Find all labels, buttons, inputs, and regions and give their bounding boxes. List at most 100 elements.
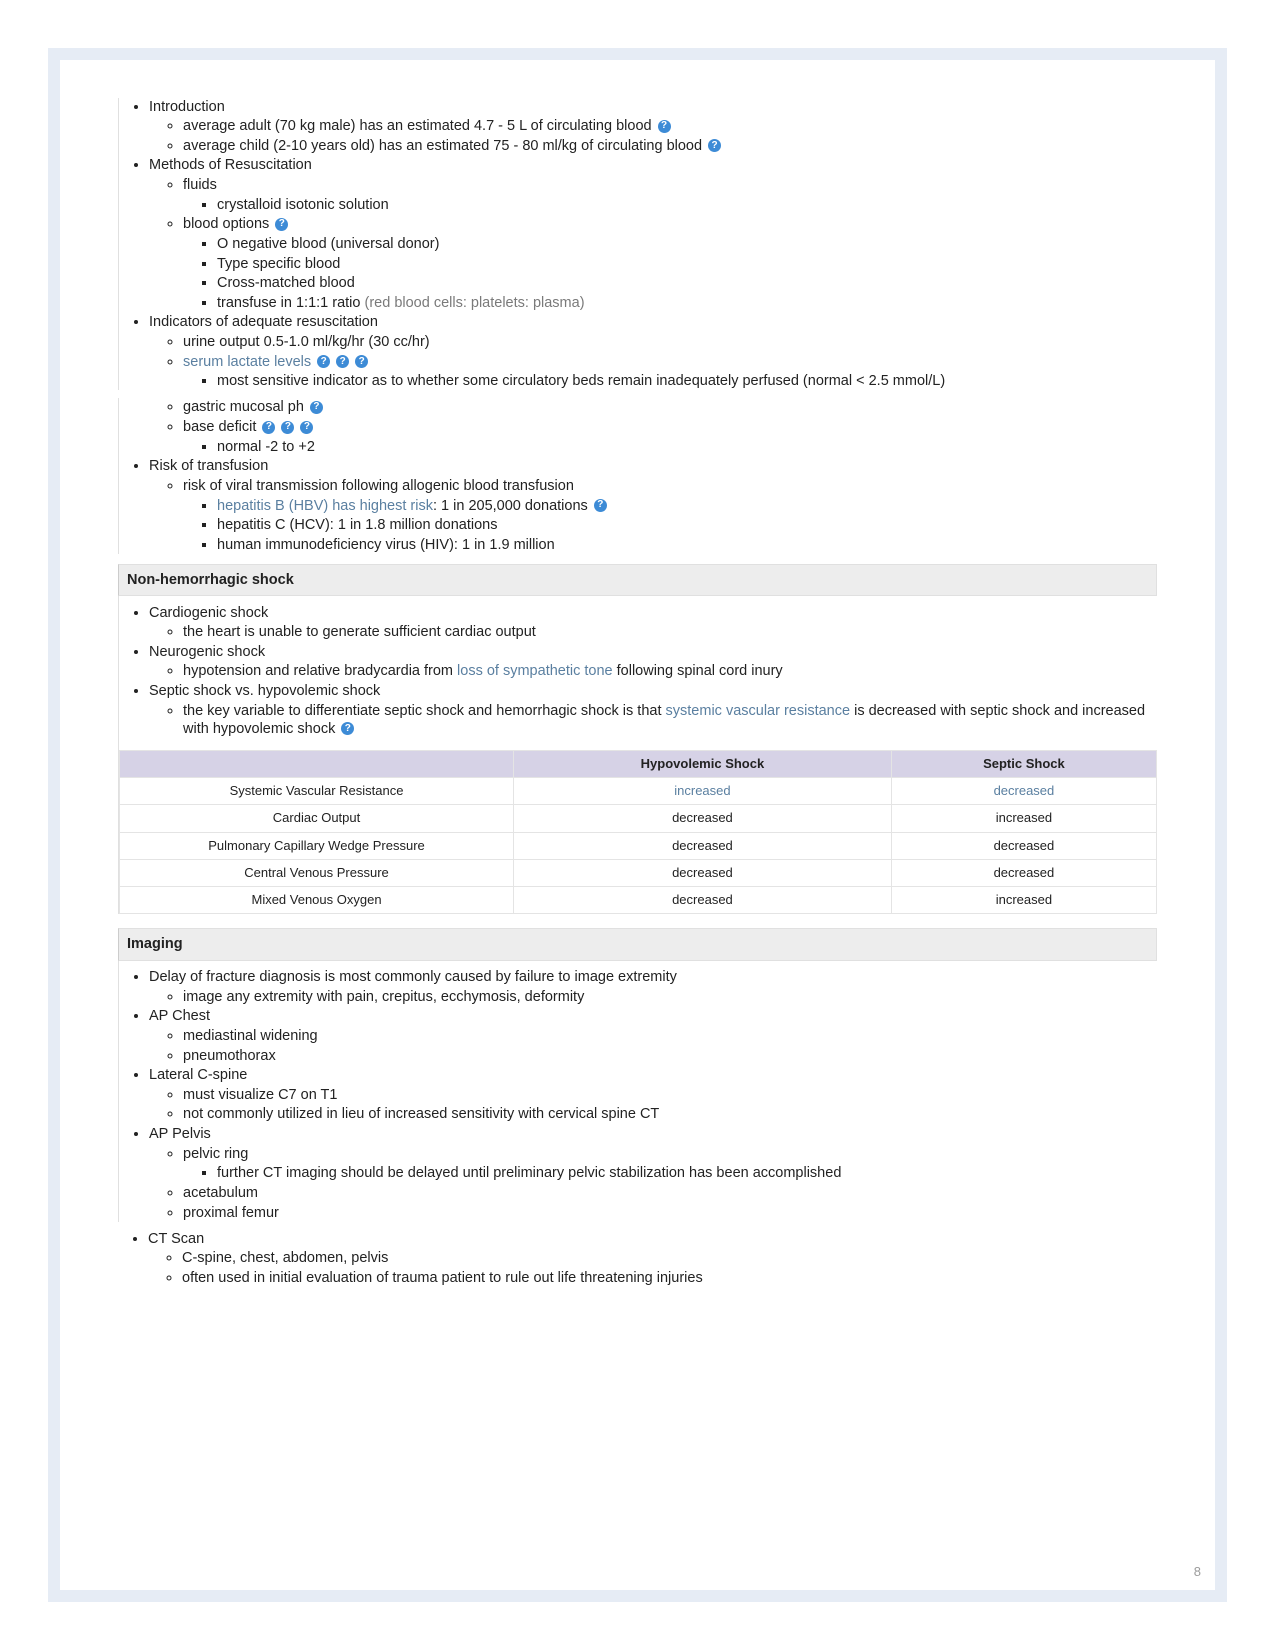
cell-hypo: decreased — [514, 859, 892, 886]
text: Indicators of adequate resuscitation — [149, 314, 378, 330]
page-number: 8 — [1194, 1564, 1201, 1580]
question-icon[interactable]: ? — [300, 421, 313, 434]
question-icon[interactable]: ? — [708, 139, 721, 152]
cell-hypo: decreased — [514, 887, 892, 914]
text: Lateral C-spine — [149, 1067, 247, 1083]
question-icon[interactable]: ? — [310, 401, 323, 414]
li-c7: must visualize C7 on T1 — [183, 1086, 1157, 1104]
question-icon[interactable]: ? — [341, 722, 354, 735]
question-icon[interactable]: ? — [262, 421, 275, 434]
li-ap-pelvis: AP Pelvis pelvic ring further CT imaging… — [149, 1125, 1157, 1222]
li-neuro-detail: hypotension and relative bradycardia fro… — [183, 662, 1157, 680]
link-svr[interactable]: systemic vascular resistance — [666, 703, 851, 719]
section-header-non-hemorrhagic: Non-hemorrhagic shock — [118, 564, 1157, 596]
text: image any extremity with pain, crepitus,… — [183, 989, 584, 1005]
li-acetabulum: acetabulum — [183, 1184, 1157, 1202]
text: the heart is unable to generate sufficie… — [183, 624, 536, 640]
th-empty — [120, 750, 514, 777]
link-sympathetic[interactable]: loss of sympathetic tone — [457, 663, 613, 679]
text: AP Chest — [149, 1008, 210, 1024]
li-adult: average adult (70 kg male) has an estima… — [183, 117, 1157, 135]
li-neuro: Neurogenic shock hypotension and relativ… — [149, 643, 1157, 681]
li-urine: urine output 0.5-1.0 ml/kg/hr (30 cc/hr) — [183, 333, 1157, 351]
section-imaging: Delay of fracture diagnosis is most comm… — [118, 961, 1157, 1222]
cell-label: Mixed Venous Oxygen — [120, 887, 514, 914]
section-header-imaging: Imaging — [118, 928, 1157, 960]
text: often used in initial evaluation of trau… — [182, 1270, 703, 1286]
cell-septic: decreased — [891, 778, 1156, 805]
cell-label: Systemic Vascular Resistance — [120, 778, 514, 805]
question-icon[interactable]: ? — [275, 218, 288, 231]
text: not commonly utilized in lieu of increas… — [183, 1106, 659, 1122]
cell-septic: increased — [891, 887, 1156, 914]
text: further CT imaging should be delayed unt… — [217, 1165, 841, 1181]
li-pelvic-ring: pelvic ring further CT imaging should be… — [183, 1145, 1157, 1183]
li-mediastinal: mediastinal widening — [183, 1027, 1157, 1045]
li-type-specific: Type specific blood — [217, 255, 1157, 273]
text: Introduction — [149, 99, 225, 115]
li-transfuse: transfuse in 1:1:1 ratio (red blood cell… — [217, 294, 1157, 312]
text: following spinal cord inury — [613, 663, 783, 679]
cell-septic: decreased — [891, 832, 1156, 859]
section-imaging-2: CT Scan C-spine, chest, abdomen, pelvis … — [118, 1230, 1157, 1287]
cell-septic: decreased — [891, 859, 1156, 886]
question-icon[interactable]: ? — [355, 355, 368, 368]
question-icon[interactable]: ? — [317, 355, 330, 368]
text: gastric mucosal ph — [183, 399, 304, 415]
text: transfuse in 1:1:1 ratio — [217, 295, 365, 311]
li-femur: proximal femur — [183, 1204, 1157, 1222]
li-base-normal: normal -2 to +2 — [217, 438, 1157, 456]
text: Type specific blood — [217, 256, 340, 272]
question-icon[interactable]: ? — [336, 355, 349, 368]
li-pneumothorax: pneumothorax — [183, 1047, 1157, 1065]
text: the key variable to differentiate septic… — [183, 703, 666, 719]
cell-label: Cardiac Output — [120, 805, 514, 832]
text: normal -2 to +2 — [217, 439, 315, 455]
text: pneumothorax — [183, 1048, 276, 1064]
text: Risk of transfusion — [149, 458, 268, 474]
link-lactate[interactable]: serum lactate levels — [183, 354, 311, 370]
li-indicators: Indicators of adequate resuscitation uri… — [149, 313, 1157, 390]
li-cardio: Cardiogenic shock the heart is unable to… — [149, 604, 1157, 642]
table-row: Pulmonary Capillary Wedge Pressure decrea… — [120, 832, 1157, 859]
text: acetabulum — [183, 1185, 258, 1201]
text: average child (2-10 years old) has an es… — [183, 138, 702, 154]
li-base-deficit: base deficit ? ? ? normal -2 to +2 — [183, 418, 1157, 456]
table-row: Mixed Venous Oxygendecreasedincreased — [120, 887, 1157, 914]
text: AP Pelvis — [149, 1126, 211, 1142]
cell-hypo: decreased — [514, 805, 892, 832]
li-risk: Risk of transfusion risk of viral transm… — [149, 457, 1157, 554]
li-intro: Introduction average adult (70 kg male) … — [149, 98, 1157, 155]
link-hbv[interactable]: hepatitis B (HBV) has highest risk — [217, 498, 433, 514]
li-child: average child (2-10 years old) has an es… — [183, 137, 1157, 155]
question-icon[interactable]: ? — [281, 421, 294, 434]
cell-label: Pulmonary Capillary Wedge Pressure — [120, 832, 514, 859]
text: hypotension and relative bradycardia fro… — [183, 663, 457, 679]
li-fluids: fluids crystalloid isotonic solution — [183, 176, 1157, 214]
text: must visualize C7 on T1 — [183, 1087, 337, 1103]
question-icon[interactable]: ? — [594, 499, 607, 512]
cell-hypo: increased — [514, 778, 892, 805]
li-ring-detail: further CT imaging should be delayed unt… — [217, 1164, 1157, 1182]
li-o-neg: O negative blood (universal donor) — [217, 235, 1157, 253]
li-cross-matched: Cross-matched blood — [217, 274, 1157, 292]
text: CT Scan — [148, 1231, 204, 1247]
text: O negative blood (universal donor) — [217, 236, 439, 252]
li-hcv: hepatitis C (HCV): 1 in 1.8 million dona… — [217, 516, 1157, 534]
text: pelvic ring — [183, 1146, 248, 1162]
li-delay: Delay of fracture diagnosis is most comm… — [149, 968, 1157, 1006]
question-icon[interactable]: ? — [658, 120, 671, 133]
li-gastric: gastric mucosal ph ? — [183, 398, 1157, 416]
text: Septic shock vs. hypovolemic shock — [149, 683, 380, 699]
cell-septic: increased — [891, 805, 1156, 832]
li-ap-chest: AP Chest mediastinal widening pneumothor… — [149, 1007, 1157, 1064]
text: : 1 in 205,000 donations — [433, 498, 588, 514]
text: mediastinal widening — [183, 1028, 318, 1044]
section-non-hemorrhagic: Cardiogenic shock the heart is unable to… — [118, 596, 1157, 914]
text: urine output 0.5-1.0 ml/kg/hr (30 cc/hr) — [183, 334, 430, 350]
table-row: Cardiac Outputdecreasedincreased — [120, 805, 1157, 832]
li-crystalloid: crystalloid isotonic solution — [217, 196, 1157, 214]
table-row: Systemic Vascular Resistanceincreaseddec… — [120, 778, 1157, 805]
text: Delay of fracture diagnosis is most comm… — [149, 969, 677, 985]
text: fluids — [183, 177, 217, 193]
